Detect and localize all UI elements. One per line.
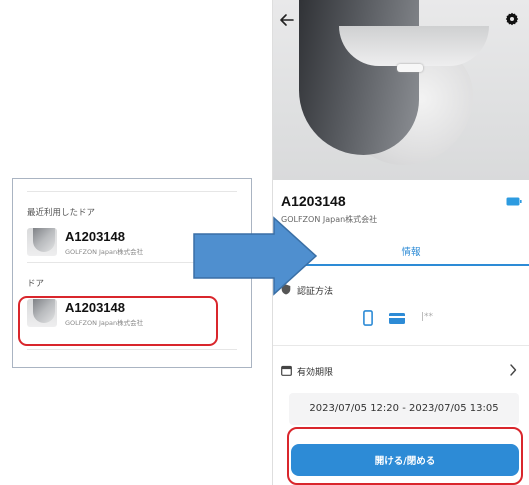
divider [27, 349, 237, 350]
divider [27, 191, 237, 192]
gear-icon[interactable] [505, 12, 519, 26]
door-thumbnail [27, 228, 57, 256]
chevron-right-icon[interactable] [509, 364, 517, 376]
door-title: A1203148 [281, 193, 346, 209]
calendar-icon [281, 365, 292, 376]
smartphone-icon [363, 310, 373, 326]
divider [273, 345, 529, 346]
pin-code-icon: |** [421, 312, 434, 322]
doors-heading: ドア [27, 279, 45, 289]
arrow-icon [193, 216, 318, 296]
back-arrow-icon[interactable] [279, 12, 295, 28]
recent-doors-heading: 最近利用したドア [27, 208, 96, 218]
device-photo [273, 0, 529, 180]
card-icon [389, 313, 405, 324]
auth-methods: |** [363, 309, 473, 327]
door-item-highlight [18, 296, 218, 346]
open-close-button[interactable]: 開ける/閉める [291, 444, 519, 476]
door-title: A1203148 [65, 229, 125, 244]
door-company: GOLFZON Japan株式会社 [65, 248, 144, 256]
validity-label: 有効期限 [297, 368, 334, 378]
tab-info[interactable]: 情報 [321, 244, 501, 258]
battery-icon [506, 197, 522, 206]
validity-range: 2023/07/05 12:20 - 2023/07/05 13:05 [289, 393, 519, 425]
